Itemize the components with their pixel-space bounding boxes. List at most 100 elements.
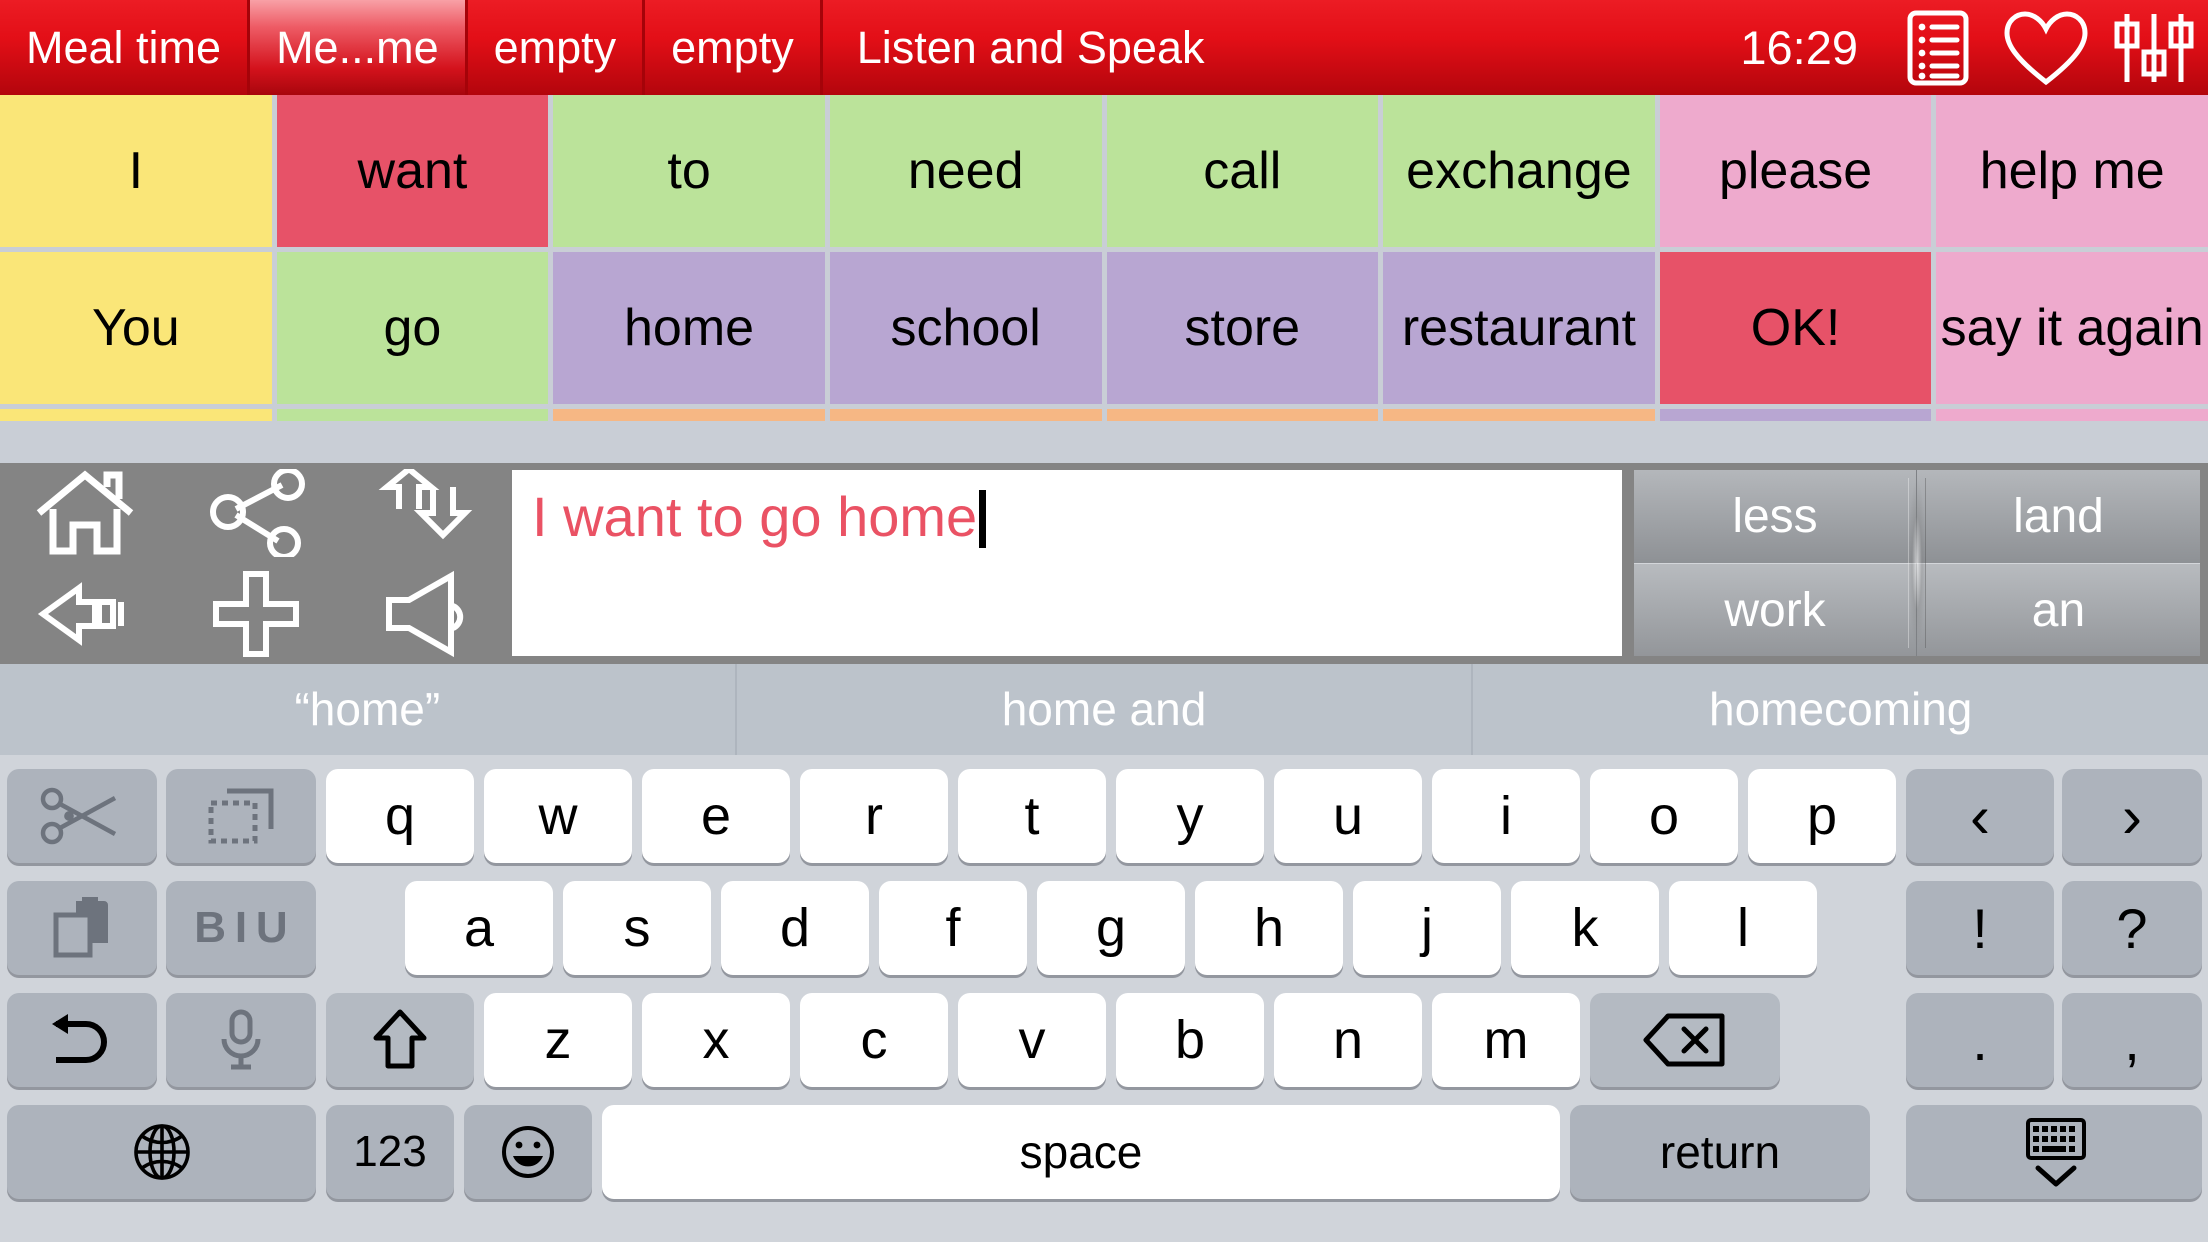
- home-icon[interactable]: [33, 469, 137, 557]
- key-r[interactable]: r: [800, 769, 948, 863]
- key-k[interactable]: k: [1511, 881, 1659, 975]
- tab-listen-and-speak[interactable]: Listen and Speak: [823, 0, 1239, 95]
- key-y[interactable]: y: [1116, 769, 1264, 863]
- key-f[interactable]: f: [879, 881, 1027, 975]
- key-label: f: [945, 898, 961, 958]
- word-label: I: [128, 142, 144, 200]
- word-cell-partial[interactable]: [276, 409, 549, 421]
- word-cell-partial[interactable]: [1936, 409, 2208, 421]
- prediction-panel: less land work an: [1634, 470, 2200, 656]
- key-a[interactable]: a: [405, 881, 553, 975]
- key-j[interactable]: j: [1353, 881, 1501, 975]
- word-cell-exchange[interactable]: exchange: [1383, 95, 1655, 247]
- globe-icon[interactable]: [7, 1105, 316, 1199]
- key-s[interactable]: s: [563, 881, 711, 975]
- hide-keyboard-icon[interactable]: [1906, 1105, 2202, 1199]
- key-p[interactable]: p: [1748, 769, 1896, 863]
- tab-empty-2[interactable]: empty: [645, 0, 823, 95]
- select-icon[interactable]: [166, 769, 316, 863]
- equalizer-icon[interactable]: [2100, 0, 2208, 95]
- word-cell-home[interactable]: home: [553, 252, 825, 404]
- word-cell-partial[interactable]: [1383, 409, 1655, 421]
- key-i[interactable]: i: [1432, 769, 1580, 863]
- key-c[interactable]: c: [800, 993, 948, 1087]
- key-e[interactable]: e: [642, 769, 790, 863]
- prediction-work[interactable]: work: [1634, 563, 1917, 656]
- word-cell-want[interactable]: want: [276, 95, 549, 247]
- suggestion-2[interactable]: homecoming: [1473, 664, 2208, 755]
- shift-icon[interactable]: [326, 993, 474, 1087]
- tab-meal-time[interactable]: Meal time: [0, 0, 251, 95]
- comma-key[interactable]: ,: [2062, 993, 2202, 1087]
- list-icon[interactable]: [1884, 0, 1992, 95]
- backspace-arrow-icon[interactable]: [33, 570, 137, 658]
- word-cell-go[interactable]: go: [276, 252, 549, 404]
- period-key[interactable]: .: [1906, 993, 2054, 1087]
- key-v[interactable]: v: [958, 993, 1106, 1087]
- tab-empty-1[interactable]: empty: [468, 0, 646, 95]
- word-cell-partial[interactable]: [829, 409, 1102, 421]
- share-icon[interactable]: [204, 469, 308, 558]
- word-cell-to[interactable]: to: [553, 95, 825, 247]
- key-n[interactable]: n: [1274, 993, 1422, 1087]
- word-cell-call[interactable]: call: [1106, 95, 1379, 247]
- undo-icon[interactable]: [7, 993, 157, 1087]
- next-key[interactable]: ›: [2062, 769, 2202, 863]
- numbers-key[interactable]: 123: [326, 1105, 454, 1199]
- microphone-icon[interactable]: [166, 993, 316, 1087]
- word-cell-restaurant[interactable]: restaurant: [1383, 252, 1655, 404]
- word-cell-partial[interactable]: [1659, 409, 1932, 421]
- word-cell-need[interactable]: need: [829, 95, 1102, 247]
- word-label: say it again: [1940, 299, 2204, 357]
- prev-key[interactable]: ‹: [1906, 769, 2054, 863]
- return-key[interactable]: return: [1570, 1105, 1870, 1199]
- word-cell-partial[interactable]: [1106, 409, 1379, 421]
- updown-arrows-icon[interactable]: [375, 469, 479, 557]
- suggestion-1[interactable]: home and: [737, 664, 1474, 755]
- word-cell-store[interactable]: store: [1106, 252, 1379, 404]
- key-l[interactable]: l: [1669, 881, 1817, 975]
- word-cell-ok[interactable]: OK!: [1659, 252, 1932, 404]
- key-q[interactable]: q: [326, 769, 474, 863]
- key-h[interactable]: h: [1195, 881, 1343, 975]
- key-label: ‹: [1970, 782, 1990, 850]
- key-b[interactable]: b: [1116, 993, 1264, 1087]
- key-d[interactable]: d: [721, 881, 869, 975]
- speaker-icon[interactable]: [375, 570, 479, 658]
- paste-icon[interactable]: [7, 881, 157, 975]
- space-key[interactable]: space: [602, 1105, 1560, 1199]
- format-biu-icon[interactable]: B I U: [166, 881, 316, 975]
- word-cell-i[interactable]: I: [0, 95, 272, 247]
- prediction-label: work: [1724, 583, 1826, 637]
- backspace-icon[interactable]: [1590, 993, 1780, 1087]
- word-cell-say-it-again[interactable]: say it again: [1936, 252, 2208, 404]
- plus-icon[interactable]: [204, 570, 308, 658]
- key-z[interactable]: z: [484, 993, 632, 1087]
- word-cell-partial[interactable]: [0, 409, 272, 421]
- prediction-land[interactable]: land: [1917, 470, 2200, 563]
- key-u[interactable]: u: [1274, 769, 1422, 863]
- emoji-icon[interactable]: [464, 1105, 592, 1199]
- exclamation-key[interactable]: !: [1906, 881, 2054, 975]
- text-caret: [979, 490, 987, 548]
- word-cell-please[interactable]: please: [1659, 95, 1932, 247]
- key-m[interactable]: m: [1432, 993, 1580, 1087]
- prediction-less[interactable]: less: [1634, 470, 1917, 563]
- question-key[interactable]: ?: [2062, 881, 2202, 975]
- prediction-an[interactable]: an: [1917, 563, 2200, 656]
- word-cell-you[interactable]: You: [0, 252, 272, 404]
- top-bar-spacer: [1238, 0, 1714, 95]
- heart-icon[interactable]: [1992, 0, 2100, 95]
- word-cell-help-me[interactable]: help me: [1936, 95, 2208, 247]
- text-input-area[interactable]: I want to go home: [512, 470, 1622, 656]
- key-g[interactable]: g: [1037, 881, 1185, 975]
- suggestion-0[interactable]: “home”: [0, 664, 737, 755]
- word-cell-school[interactable]: school: [829, 252, 1102, 404]
- key-x[interactable]: x: [642, 993, 790, 1087]
- key-w[interactable]: w: [484, 769, 632, 863]
- key-o[interactable]: o: [1590, 769, 1738, 863]
- cut-icon[interactable]: [7, 769, 157, 863]
- tab-me-me[interactable]: Me...me: [250, 0, 468, 95]
- key-t[interactable]: t: [958, 769, 1106, 863]
- word-cell-partial[interactable]: [553, 409, 825, 421]
